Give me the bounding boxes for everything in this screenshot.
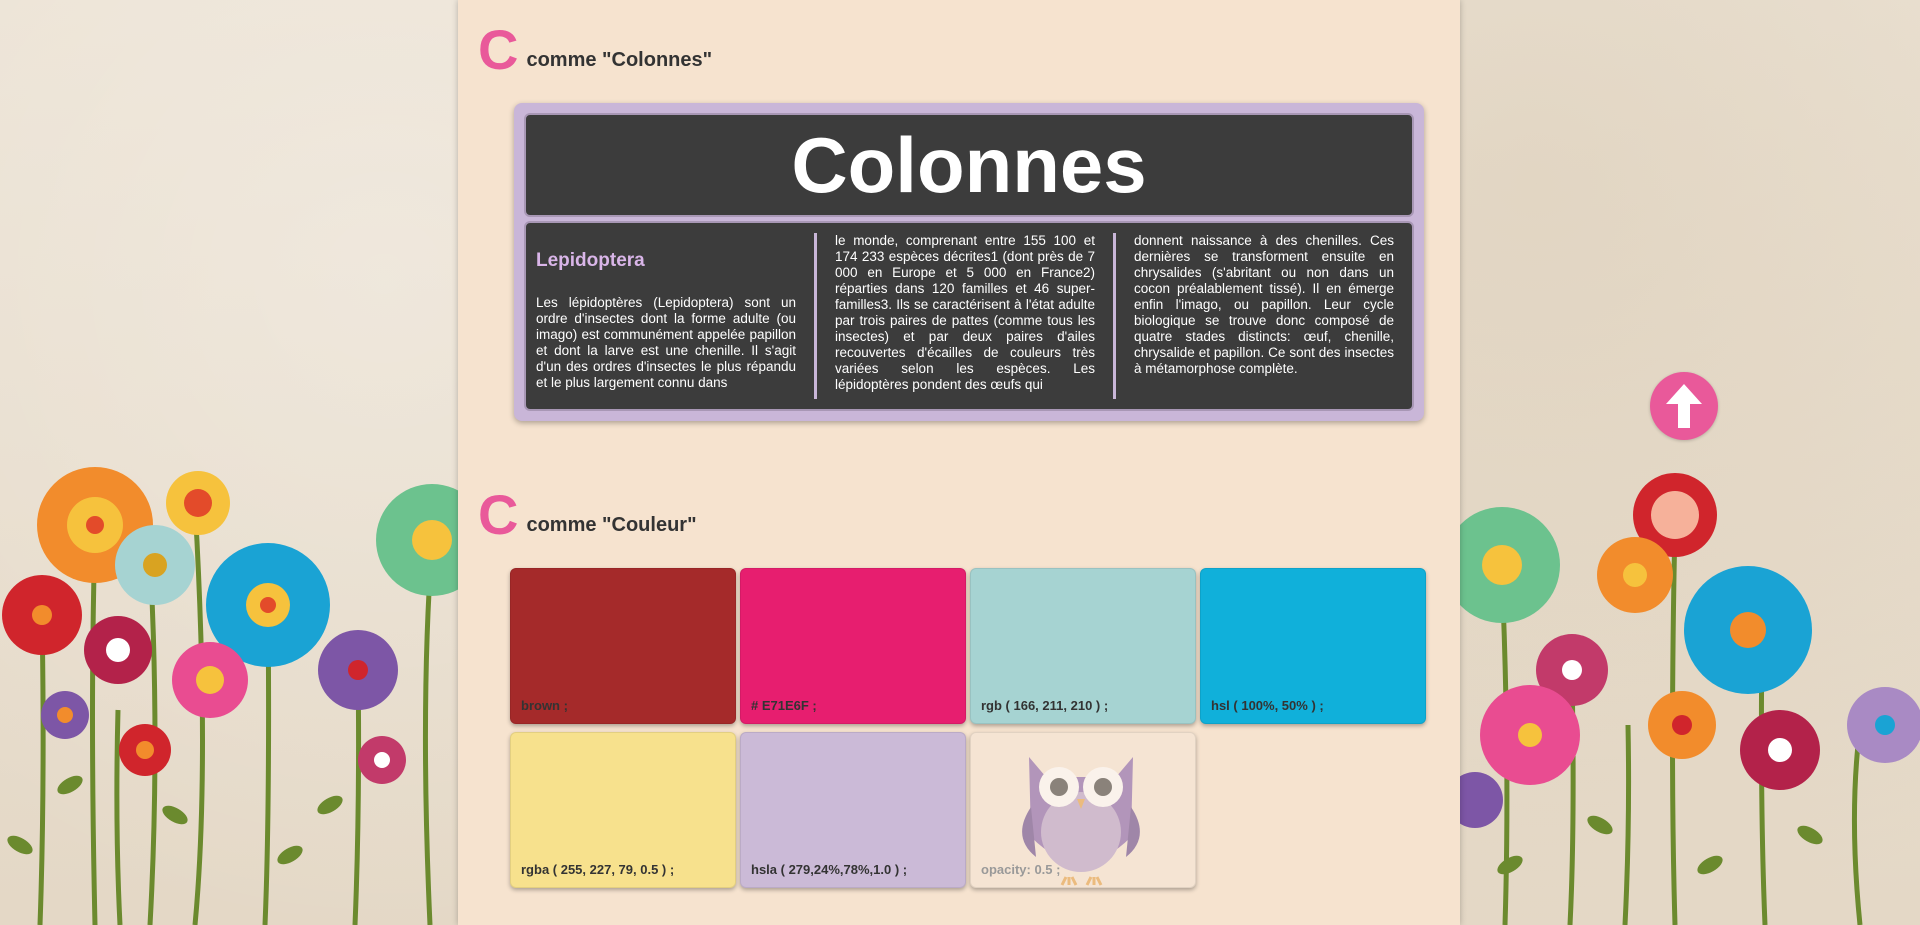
- swatch-hsl: hsl ( 100%, 50% ) ;: [1200, 568, 1426, 724]
- section-letter: C: [478, 483, 519, 546]
- swatch-hsla: hsla ( 279,24%,78%,1.0 ) ;: [740, 732, 966, 888]
- swatch-brown: brown ;: [510, 568, 736, 724]
- flowers-right-decoration: [1450, 473, 1920, 925]
- text-column-2: le monde, comprenant entre 155 100 et 17…: [814, 233, 1113, 399]
- back-to-top-button[interactable]: [1650, 372, 1718, 440]
- column-3-text: donnent naissance à des chenilles. Ces d…: [1134, 233, 1394, 376]
- article-subheading: Lepidoptera: [536, 250, 645, 271]
- section-subtitle: comme "Couleur": [526, 514, 697, 536]
- text-column-1: Lepidoptera Les lépidoptères (Lepidopter…: [526, 223, 814, 409]
- swatch-label: brown ;: [521, 698, 568, 713]
- colonnes-demo-box: Colonnes Lepidoptera Les lépidoptères (L…: [514, 103, 1424, 421]
- swatch-label: # E71E6F ;: [751, 698, 817, 713]
- swatch-label: rgb ( 166, 211, 210 ) ;: [981, 698, 1109, 713]
- swatch-rgb: rgb ( 166, 211, 210 ) ;: [970, 568, 1196, 724]
- section-subtitle: comme "Colonnes": [526, 49, 713, 71]
- swatch-label: rgba ( 255, 227, 79, 0.5 ) ;: [521, 862, 675, 877]
- swatch-label: hsla ( 279,24%,78%,1.0 ) ;: [751, 862, 908, 877]
- swatch-opacity: opacity: 0.5 ;: [970, 732, 1196, 888]
- colonnes-body: Lepidoptera Les lépidoptères (Lepidopter…: [524, 221, 1414, 411]
- section-title-couleur: C comme "Couleur": [478, 487, 697, 543]
- section-title-colonnes: C comme "Colonnes": [478, 22, 712, 78]
- swatch-hex: # E71E6F ;: [740, 568, 966, 724]
- flowers-left-decoration: [2, 467, 470, 925]
- colonnes-heading: Colonnes: [791, 120, 1147, 209]
- column-2-text: le monde, comprenant entre 155 100 et 17…: [835, 233, 1095, 392]
- swatch-rgba: rgba ( 255, 227, 79, 0.5 ) ;: [510, 732, 736, 888]
- section-letter: C: [478, 18, 519, 81]
- content-page: C comme "Colonnes" Colonnes Lepidoptera …: [458, 0, 1460, 925]
- text-column-3: donnent naissance à des chenilles. Ces d…: [1113, 233, 1412, 399]
- swatch-label: opacity: 0.5 ;: [981, 862, 1061, 877]
- colonnes-header: Colonnes: [524, 113, 1414, 217]
- arrow-up-icon: [1666, 384, 1702, 428]
- swatch-label: hsl ( 100%, 50% ) ;: [1211, 698, 1324, 713]
- column-1-text: Les lépidoptères (Lepidoptera) sont un o…: [536, 295, 796, 390]
